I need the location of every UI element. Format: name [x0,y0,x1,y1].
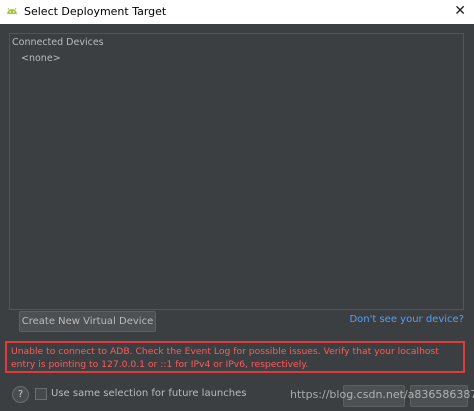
connected-devices-header: Connected Devices [12,37,104,48]
window-title: Select Deployment Target [24,5,167,18]
future-launches-label[interactable]: Use same selection for future launches [51,388,246,399]
future-launches-checkbox[interactable] [35,388,47,400]
create-virtual-device-button[interactable]: Create New Virtual Device [19,311,156,332]
android-icon [7,7,17,14]
help-icon[interactable]: ? [12,386,29,403]
adb-error-message: Unable to connect to ADB. Check the Even… [5,341,465,373]
title-bar: Select Deployment Target ✕ [0,0,474,24]
device-list-item[interactable]: <none> [21,53,61,64]
connected-devices-panel: Connected Devices <none> [9,33,464,310]
close-icon[interactable]: ✕ [454,3,466,19]
watermark: https://blog.csdn.net/a836586387 [290,388,474,401]
dont-see-device-link[interactable]: Don't see your device? [349,314,464,325]
